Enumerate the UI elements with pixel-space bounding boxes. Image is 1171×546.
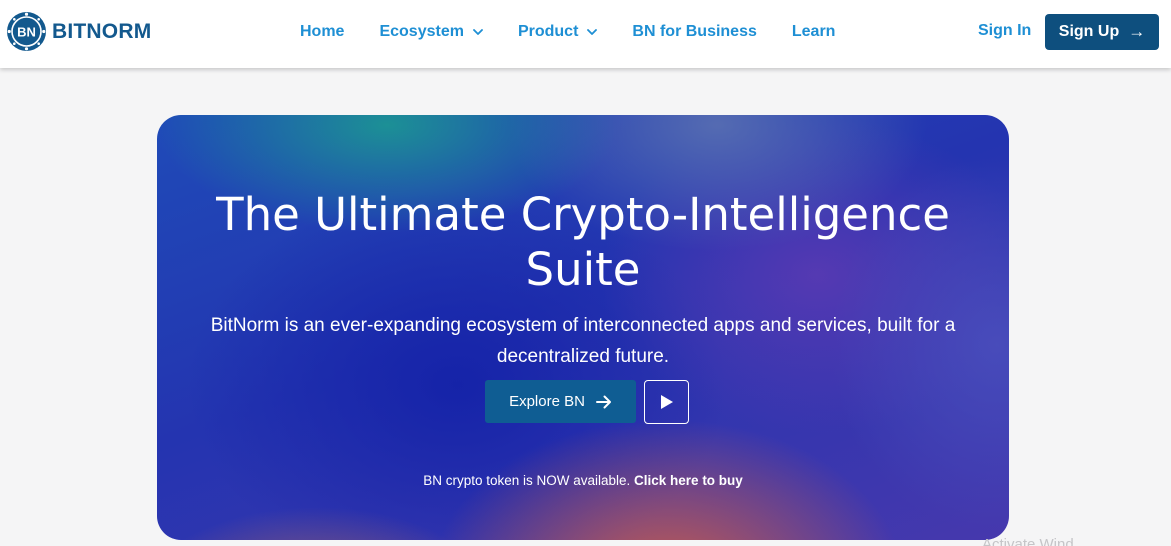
nav-bn-for-business-label: BN for Business	[632, 23, 757, 40]
sign-up-button[interactable]: Sign Up →	[1045, 14, 1159, 50]
nav-bn-for-business[interactable]: BN for Business	[632, 23, 756, 41]
buy-token-link[interactable]: Click here to buy	[634, 473, 743, 488]
main-nav: Home Ecosystem Product BN for Business L…	[300, 20, 870, 44]
play-icon	[660, 395, 673, 409]
nav-learn-label: Learn	[791, 23, 836, 40]
brand-logo-link[interactable]: BN BITNORM	[6, 11, 151, 52]
chevron-down-icon	[473, 29, 483, 35]
logo-monogram: BN	[17, 25, 36, 40]
nav-home-label: Home	[300, 23, 345, 40]
hero-subtitle: BitNorm is an ever-expanding ecosystem o…	[210, 315, 956, 367]
nav-product-label: Product	[517, 23, 579, 40]
hero-banner: The Ultimate Crypto-Intelligence Suite B…	[157, 115, 1009, 540]
nav-product[interactable]: Product	[517, 23, 598, 41]
top-navbar: BN BITNORM Home Ecosystem Product BN for…	[0, 0, 1171, 68]
nav-ecosystem-label: Ecosystem	[379, 23, 464, 40]
explore-bn-button[interactable]: Explore BN	[485, 380, 636, 423]
nav-home[interactable]: Home	[300, 23, 344, 41]
token-announcement: BN crypto token is NOW available. Click …	[157, 473, 1009, 488]
brand-name: BITNORM	[52, 19, 152, 43]
nav-ecosystem[interactable]: Ecosystem	[379, 23, 483, 41]
bitnorm-logo-icon: BN	[7, 12, 46, 51]
chevron-down-icon	[587, 29, 598, 35]
sign-in-link[interactable]: Sign In	[978, 22, 1031, 40]
play-video-button[interactable]	[644, 380, 689, 424]
sign-up-label: Sign Up	[1058, 23, 1120, 40]
token-announcement-text: BN crypto token is NOW available.	[423, 473, 631, 488]
explore-bn-label: Explore BN	[509, 393, 585, 410]
arrow-right-icon: →	[1128, 22, 1146, 41]
nav-learn[interactable]: Learn	[792, 23, 836, 41]
os-activation-watermark: Activate Wind	[982, 536, 1074, 546]
arrow-right-icon	[595, 395, 611, 408]
hero-title: The Ultimate Crypto-Intelligence Suite	[216, 188, 950, 296]
